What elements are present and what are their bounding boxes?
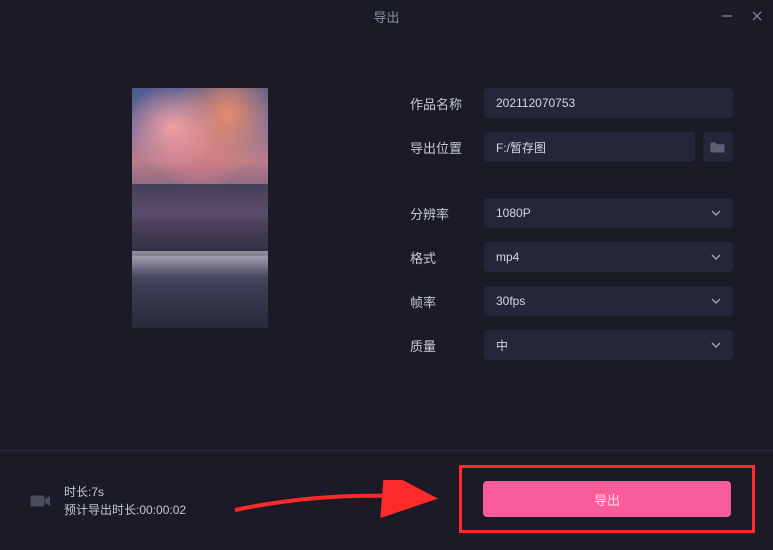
- fps-select[interactable]: 30fps: [484, 286, 733, 316]
- row-path: 导出位置: [410, 132, 733, 162]
- camera-icon: [30, 493, 52, 509]
- chevron-down-icon: [711, 252, 721, 262]
- eta-text: 预计导出时长:00:00:02: [64, 501, 186, 519]
- name-input[interactable]: [484, 88, 733, 118]
- chevron-down-icon: [711, 208, 721, 218]
- chevron-down-icon: [711, 296, 721, 306]
- minimize-icon: [721, 10, 733, 22]
- path-field[interactable]: [496, 140, 683, 154]
- row-resolution: 分辨率 1080P: [410, 198, 733, 228]
- window-controls: [719, 0, 765, 32]
- name-label: 作品名称: [410, 94, 484, 113]
- path-input[interactable]: [484, 132, 695, 162]
- resolution-select[interactable]: 1080P: [484, 198, 733, 228]
- export-button[interactable]: 导出: [483, 481, 731, 517]
- row-quality: 质量 中: [410, 330, 733, 360]
- preview-column: [30, 82, 370, 374]
- minimize-button[interactable]: [719, 8, 735, 24]
- format-value: mp4: [496, 250, 519, 264]
- content-area: 作品名称 导出位置 分辨率 1080P 格式: [0, 32, 773, 374]
- quality-value: 中: [496, 337, 508, 354]
- quality-select[interactable]: 中: [484, 330, 733, 360]
- browse-folder-button[interactable]: [703, 132, 733, 162]
- footer-info: 时长:7s 预计导出时长:00:00:02: [30, 483, 186, 519]
- export-button-label: 导出: [594, 490, 620, 509]
- fps-label: 帧率: [410, 292, 484, 311]
- chevron-down-icon: [711, 340, 721, 350]
- name-field[interactable]: [496, 96, 721, 110]
- close-button[interactable]: [749, 8, 765, 24]
- row-format: 格式 mp4: [410, 242, 733, 272]
- quality-label: 质量: [410, 336, 484, 355]
- format-select[interactable]: mp4: [484, 242, 733, 272]
- export-form: 作品名称 导出位置 分辨率 1080P 格式: [410, 82, 743, 374]
- export-highlight-box: 导出: [459, 465, 755, 533]
- close-icon: [751, 10, 763, 22]
- video-preview: [132, 88, 268, 328]
- titlebar: 导出: [0, 0, 773, 32]
- annotation-arrow: [230, 480, 440, 520]
- footer: 时长:7s 预计导出时长:00:00:02 导出: [0, 450, 773, 550]
- duration-block: 时长:7s 预计导出时长:00:00:02: [64, 483, 186, 519]
- path-label: 导出位置: [410, 138, 484, 157]
- resolution-value: 1080P: [496, 206, 531, 220]
- format-label: 格式: [410, 248, 484, 267]
- fps-value: 30fps: [496, 294, 525, 308]
- resolution-label: 分辨率: [410, 204, 484, 223]
- row-name: 作品名称: [410, 88, 733, 118]
- duration-text: 时长:7s: [64, 483, 186, 501]
- folder-icon: [710, 139, 726, 155]
- row-fps: 帧率 30fps: [410, 286, 733, 316]
- window-title: 导出: [373, 7, 399, 26]
